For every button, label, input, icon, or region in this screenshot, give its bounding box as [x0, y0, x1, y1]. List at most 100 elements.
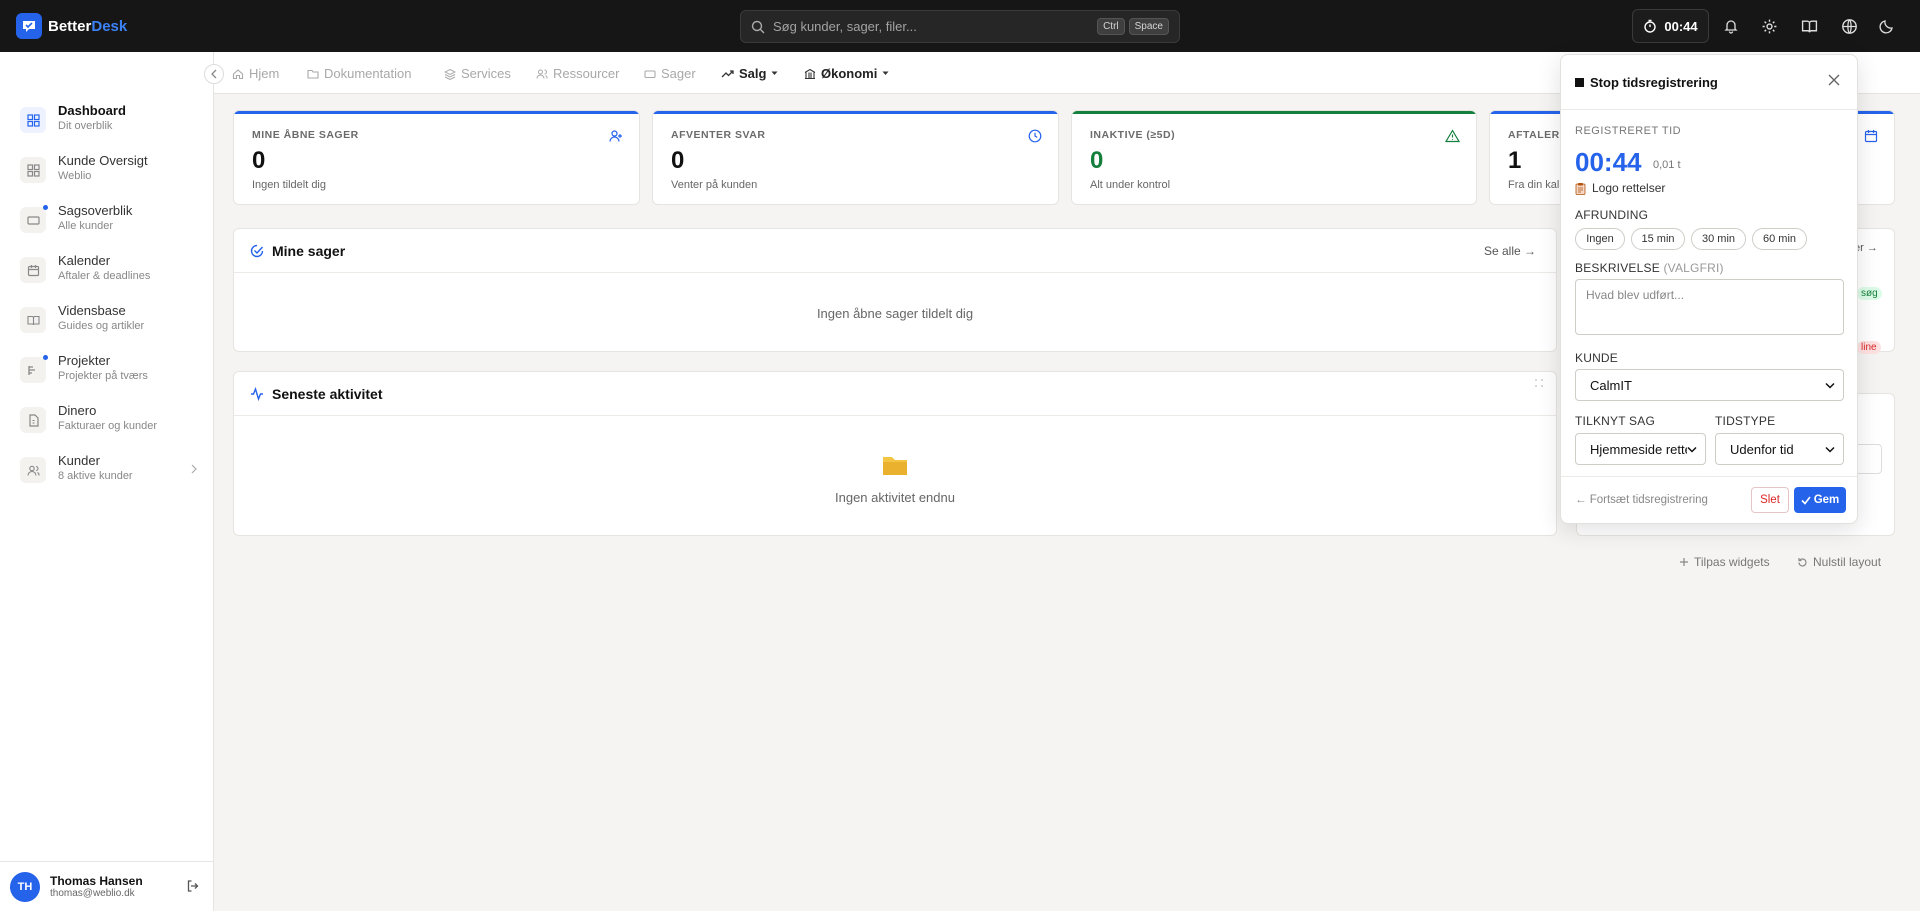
sidebar-item-label: Kalender	[58, 253, 111, 268]
sidebar-item-projekter[interactable]: Projekter Projekter på tværs	[20, 352, 200, 392]
tab-ressourcer[interactable]: Ressourcer	[536, 66, 619, 81]
panel-title: Seneste aktivitet	[272, 385, 383, 402]
sidebar-item-sublabel: Dit overblik	[58, 120, 113, 132]
check-circle-icon	[250, 244, 264, 258]
notification-dot	[43, 355, 48, 360]
app-logo[interactable]: BetterDesk	[16, 13, 127, 39]
clock-icon	[1028, 129, 1042, 143]
stat-subtitle: Alt under kontrol	[1090, 179, 1171, 191]
tab-hjem[interactable]: Hjem	[232, 66, 279, 81]
caret-down-icon	[882, 71, 889, 76]
user-email: thomas@weblio.dk	[50, 888, 135, 899]
empty-state-text: Ingen aktivitet endnu	[835, 490, 955, 505]
sidebar-item-sublabel: Projekter på tværs	[58, 370, 148, 382]
global-search[interactable]: Ctrl Space	[740, 10, 1180, 43]
registered-time-value: 00:44	[1575, 147, 1642, 177]
select-value: Udenfor tid	[1730, 441, 1794, 457]
collapse-sidebar-button[interactable]	[204, 64, 224, 84]
registered-time-label: REGISTRERET TID	[1575, 125, 1682, 137]
status-badge: line	[1857, 341, 1881, 354]
dashboard-icon	[20, 107, 46, 133]
sidebar-item-vidensbase[interactable]: Vidensbase Guides og artikler	[20, 302, 200, 342]
tab-services[interactable]: Services	[444, 66, 511, 81]
calendar-icon	[20, 257, 46, 283]
ticket-icon	[644, 68, 656, 80]
folder-icon	[881, 452, 909, 478]
reset-layout-button[interactable]: Nulstil layout	[1797, 555, 1881, 569]
stat-card-afventer-svar[interactable]: AFVENTER SVAR 0 Venter på kunden	[652, 110, 1059, 205]
stat-card-mine-sager[interactable]: MINE ÅBNE SAGER 0 Ingen tildelt dig	[233, 110, 640, 205]
stop-icon	[1575, 77, 1584, 87]
rounding-option-30[interactable]: 30 min	[1691, 228, 1746, 250]
rounding-option-none[interactable]: Ingen	[1575, 228, 1625, 250]
description-textarea[interactable]	[1575, 279, 1844, 335]
bank-icon	[804, 68, 816, 80]
see-all-link[interactable]: Se alle →	[1484, 244, 1536, 258]
search-input[interactable]	[773, 19, 1094, 34]
timetype-select[interactable]: Udenfor tid	[1715, 433, 1844, 465]
sidebar-item-label: Dashboard	[58, 103, 126, 118]
sidebar-item-label: Kunder	[58, 453, 100, 468]
customize-widgets-button[interactable]: Tilpas widgets	[1679, 555, 1770, 569]
select-value: CalmIT	[1590, 377, 1632, 393]
sidebar-item-sublabel: 8 aktive kunder	[58, 470, 133, 482]
stat-card-inaktive[interactable]: INAKTIVE (≥5D) 0 Alt under kontrol	[1071, 110, 1477, 205]
sidebar-item-label: Kunde Oversigt	[58, 153, 148, 168]
stat-value: 1	[1508, 147, 1522, 174]
sidebar-item-sagsoverblik[interactable]: Sagsoverblik Alle kunder	[20, 202, 200, 242]
sidebar-item-label: Vidensbase	[58, 303, 126, 318]
sidebar-item-dinero[interactable]: Dinero Fakturaer og kunder	[20, 402, 200, 442]
grid-icon	[20, 157, 46, 183]
tab-label: Services	[461, 66, 511, 81]
sidebar-item-kunder[interactable]: Kunder 8 aktive kunder	[20, 452, 200, 492]
tab-label: Ressourcer	[553, 66, 620, 81]
sidebar-item-label: Dinero	[58, 403, 97, 418]
stop-time-registration-popover: Stop tidsregistrering REGISTRERET TID 00…	[1560, 54, 1858, 524]
rounding-option-60[interactable]: 60 min	[1752, 228, 1807, 250]
optional-hint: (VALGFRI)	[1663, 261, 1724, 275]
notification-dot	[43, 205, 48, 210]
sidebar-item-dashboard[interactable]: Dashboard Dit overblik	[20, 102, 200, 142]
user-profile[interactable]: TH Thomas Hansen thomas@weblio.dk	[0, 861, 214, 911]
delete-button[interactable]: Slet	[1751, 487, 1789, 513]
customer-select[interactable]: CalmIT	[1575, 369, 1844, 401]
book-icon[interactable]	[1799, 16, 1819, 36]
panel-title: Mine sager	[272, 242, 346, 259]
tab-okonomi[interactable]: Økonomi	[804, 66, 889, 81]
task-name: Logo rettelser	[1592, 181, 1666, 195]
rounding-option-15[interactable]: 15 min	[1631, 228, 1685, 250]
invoice-icon	[20, 407, 46, 433]
sidebar-item-kunde-oversigt[interactable]: Kunde Oversigt Weblio	[20, 152, 200, 192]
gear-icon[interactable]	[1759, 16, 1779, 36]
sidebar-item-kalender[interactable]: Kalender Aftaler & deadlines	[20, 252, 200, 292]
tab-sager[interactable]: Sager	[644, 66, 696, 81]
stat-subtitle: Fra din kal	[1508, 179, 1560, 191]
save-label: Gem	[1813, 494, 1840, 506]
status-badge: søg	[1857, 287, 1882, 300]
logout-icon[interactable]	[186, 879, 200, 893]
popover-footer: ← Fortsæt tidsregistrering Slet Gem	[1561, 476, 1857, 524]
stat-subtitle: Ingen tildelt dig	[252, 179, 326, 191]
sidebar: Dashboard Dit overblik Kunde Oversigt We…	[0, 52, 214, 911]
close-icon[interactable]	[1827, 73, 1841, 87]
tab-label: Sager	[661, 66, 696, 81]
tab-salg[interactable]: Salg	[721, 66, 778, 81]
people-icon	[536, 68, 548, 80]
bell-icon[interactable]	[1721, 16, 1741, 36]
moon-icon[interactable]	[1877, 16, 1897, 36]
reset-icon	[1797, 557, 1808, 568]
app-name: Better	[48, 17, 92, 35]
tab-dokumentation[interactable]: Dokumentation	[307, 66, 411, 81]
sidebar-item-label: Sagsoverblik	[58, 203, 133, 218]
continue-tracking-link[interactable]: ← Fortsæt tidsregistrering	[1575, 494, 1708, 506]
avatar: TH	[10, 871, 40, 902]
globe-icon[interactable]	[1839, 16, 1859, 36]
save-button[interactable]: Gem	[1794, 487, 1846, 513]
stat-title: AFTALER I	[1508, 129, 1567, 141]
case-select[interactable]: Hjemmeside rettelser	[1575, 433, 1706, 465]
drag-handle-icon[interactable]	[1534, 378, 1544, 388]
active-timer-button[interactable]: 00:44	[1632, 9, 1709, 43]
case-label: TILKNYT SAG	[1575, 414, 1656, 428]
stat-value: 0	[671, 147, 685, 174]
tab-label: Salg	[739, 66, 767, 81]
